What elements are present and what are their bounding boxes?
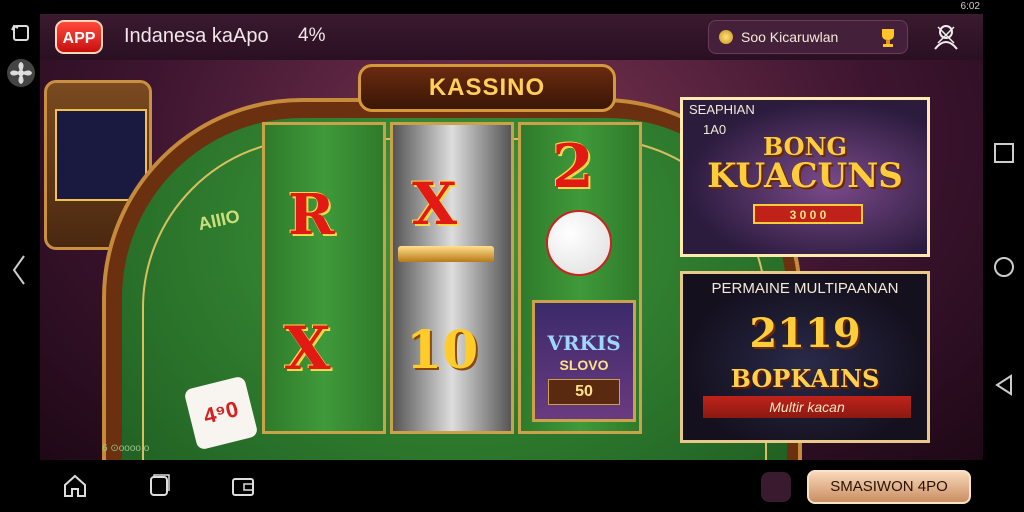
promo-2-subtitle: Multir kacan: [703, 396, 911, 418]
promo-2-name: BOPKAINS: [730, 364, 880, 393]
bonus-card-sub: SLOVO: [559, 357, 609, 373]
promo-card-2[interactable]: PERMAINE MULTIPAANAN 2119 BOPKAINS Multi…: [680, 271, 930, 443]
reel-1-symbol-top: R: [288, 182, 335, 248]
wallet-icon[interactable]: [230, 473, 256, 499]
reel-2-bar: [398, 246, 494, 262]
promo-1-ribbon: 3 0 0 0: [753, 204, 863, 224]
bonus-card-title: VRKIS: [547, 331, 621, 355]
recents-square-icon[interactable]: [993, 142, 1015, 164]
left-nav-rail: [0, 14, 40, 460]
reel-2: [390, 122, 514, 434]
balance-pill-label: Soo Kicaruwlan: [741, 29, 839, 45]
right-nav-rail: [983, 14, 1024, 460]
promo-2-number: 2119: [749, 310, 861, 357]
slot-screen: [55, 109, 147, 201]
bottom-bar: SMASIWON 4PO: [0, 460, 1024, 512]
trophy-icon: [882, 29, 894, 47]
game-stage: AIIIO KASSINO R X X 10 2 VRKIS SLOVO 50 …: [40, 60, 983, 460]
mini-chip-button[interactable]: [761, 472, 791, 502]
promo-1-title-2: KUACUNS: [707, 156, 903, 196]
soccer-ball-icon: [546, 210, 612, 276]
app-title: Indanesa kaApo: [124, 25, 269, 47]
app-percent: 4%: [298, 25, 326, 46]
reel-2-symbol-bottom: 10: [406, 320, 479, 381]
app-badge[interactable]: APP: [55, 20, 103, 54]
balance-pill[interactable]: Soo Kicaruwlan: [708, 20, 908, 54]
tabs-icon[interactable]: [146, 473, 172, 499]
reel-2-symbol-top: X: [412, 170, 458, 238]
reel-1-symbol-bottom: X: [284, 314, 331, 384]
status-clock: 6:02: [960, 1, 980, 12]
home-icon[interactable]: [62, 473, 88, 499]
promo-1-caption: SEAPHIAN: [689, 102, 755, 117]
cta-button[interactable]: SMASIWON 4PO: [807, 470, 971, 504]
rotate-icon[interactable]: [10, 22, 32, 44]
corner-text: 6 ⊙oooo.o: [102, 443, 150, 454]
promo-2-caption: PERMAINE MULTIPAANAN: [711, 280, 899, 297]
coin-icon: [719, 30, 733, 44]
reel-1: [262, 122, 386, 434]
back-triangle-icon[interactable]: [993, 374, 1015, 396]
system-status-bar: 6:02: [0, 0, 1024, 14]
reel-3-symbol-top: 2: [552, 132, 594, 202]
bonus-card-value: 50: [548, 379, 620, 405]
bonus-card[interactable]: VRKIS SLOVO 50: [532, 300, 636, 422]
profile-icon[interactable]: [930, 21, 962, 53]
fan-icon[interactable]: [6, 58, 36, 88]
back-arrow-icon[interactable]: [8, 252, 30, 288]
home-circle-icon[interactable]: [993, 256, 1015, 278]
casino-sign: KASSINO: [358, 64, 616, 112]
promo-card-1[interactable]: SEAPHIAN 1A0 BONG KUACUNS 3 0 0 0: [680, 97, 930, 257]
app-header: APP Indanesa kaApo 4% Soo Kicaruwlan: [40, 14, 983, 60]
